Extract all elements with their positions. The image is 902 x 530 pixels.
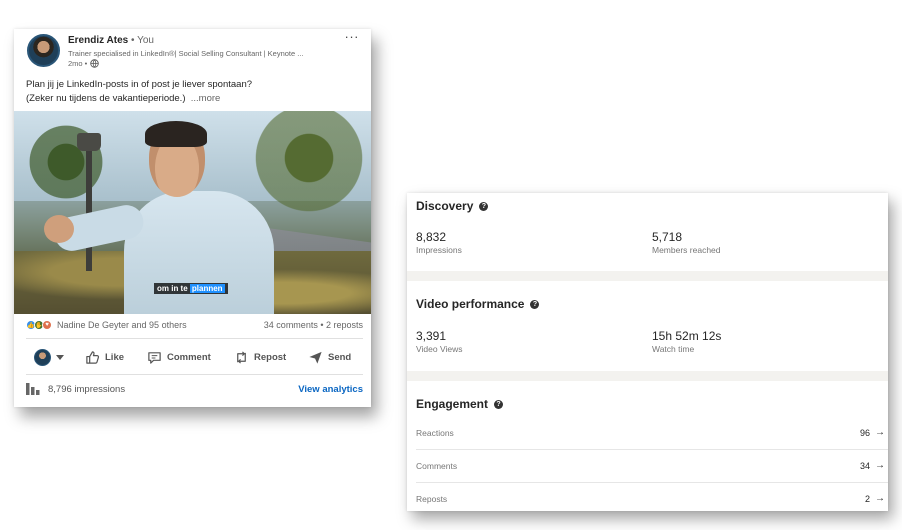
see-more-link[interactable]: ...more xyxy=(191,93,221,104)
engagement-row-reposts[interactable]: Reposts 2 → xyxy=(416,482,886,511)
video-person-body xyxy=(124,191,274,314)
repost-icon xyxy=(237,350,246,364)
video-subtitle-highlight: plannen xyxy=(189,284,225,293)
members-reached-value: 5,718 xyxy=(652,230,683,244)
bar-chart-icon xyxy=(26,383,40,395)
post-text-line-1: Plan jij je LinkedIn-posts in of post je… xyxy=(26,79,253,90)
author-headline: Trainer specialised in LinkedIn®| Social… xyxy=(68,49,304,58)
discovery-title: Discovery ? xyxy=(416,199,489,213)
engagement-section: Engagement ? Reactions 96 → Comments 34 … xyxy=(407,381,888,511)
video-views-value: 3,391 xyxy=(416,329,447,343)
post-text-line-2-text: (Zeker nu tijdens de vakantieperiode.) xyxy=(26,93,186,104)
engagement-title-text: Engagement xyxy=(416,397,489,411)
globe-icon xyxy=(90,59,100,68)
engagement-row-value: 96 xyxy=(859,428,870,438)
linkedin-post-card: Erendiz Ates • You Trainer specialised i… xyxy=(14,29,371,407)
engagement-row-value: 2 xyxy=(864,494,870,504)
author-name[interactable]: Erendiz Ates • You xyxy=(68,35,154,46)
post-body: Plan jij je LinkedIn-posts in of post je… xyxy=(26,78,361,106)
comment-button[interactable]: Comment xyxy=(147,345,211,369)
repost-label: Repost xyxy=(254,351,287,363)
arrow-right-icon: → xyxy=(875,460,885,471)
view-analytics-link[interactable]: View analytics xyxy=(298,384,363,395)
post-video[interactable]: om in te plannen xyxy=(14,111,371,314)
impressions-count: 8,796 impressions xyxy=(48,384,126,395)
post-age: 2mo • xyxy=(68,59,88,68)
post-more-options-button[interactable]: ··· xyxy=(345,29,360,44)
engagement-row-reactions[interactable]: Reactions 96 → xyxy=(416,416,886,449)
video-subtitle-plain: om in te xyxy=(157,284,190,293)
send-button[interactable]: Send xyxy=(308,345,351,369)
engagement-row-label: Reactions xyxy=(416,428,454,438)
video-person-hand xyxy=(44,215,74,243)
send-label: Send xyxy=(328,351,352,363)
post-actions-bar: Like Comment Repost Send xyxy=(14,345,371,369)
engagement-row-label: Comments xyxy=(416,461,458,471)
send-icon xyxy=(309,351,322,364)
author-you-tag: • You xyxy=(128,35,154,46)
chevron-down-icon xyxy=(56,354,64,360)
video-views-label: Video Views xyxy=(416,344,463,354)
impressions-row: 8,796 impressions View analytics xyxy=(26,383,363,397)
thumbs-up-icon xyxy=(86,350,100,364)
comment-label: Comment xyxy=(167,351,211,363)
discovery-section: Discovery ? 8,832 Impressions 5,718 Memb… xyxy=(407,193,888,271)
comments-reposts-link[interactable]: 34 comments • 2 reposts xyxy=(264,320,363,330)
impressions-label: Impressions xyxy=(416,245,462,255)
reactors-link[interactable]: Nadine De Geyter and 95 others xyxy=(57,320,187,330)
reaction-icons[interactable]: 👍 ✋ ♥ xyxy=(26,320,52,330)
help-icon[interactable]: ? xyxy=(494,399,504,409)
social-counts: 👍 ✋ ♥ Nadine De Geyter and 95 others 34 … xyxy=(26,319,363,333)
divider xyxy=(26,338,363,339)
video-performance-section: Video performance ? 3,391 Video Views 15… xyxy=(407,281,888,371)
discovery-title-text: Discovery xyxy=(416,199,474,213)
react-as-selector[interactable] xyxy=(34,345,64,369)
video-performance-title: Video performance ? xyxy=(416,297,540,311)
video-subtitle: om in te plannen xyxy=(154,283,228,294)
like-label: Like xyxy=(105,351,125,363)
comment-icon xyxy=(148,351,161,364)
repost-button[interactable]: Repost xyxy=(234,345,286,369)
arrow-right-icon: → xyxy=(875,427,885,438)
help-icon[interactable]: ? xyxy=(530,299,540,309)
impressions-value: 8,832 xyxy=(416,230,447,244)
video-lamp-head xyxy=(77,133,101,151)
post-text-line-2: (Zeker nu tijdens de vakantieperiode.) .… xyxy=(26,92,361,106)
members-reached-label: Members reached xyxy=(652,245,721,255)
help-icon[interactable]: ? xyxy=(479,201,489,211)
divider xyxy=(26,374,363,375)
engagement-row-label: Reposts xyxy=(416,494,448,504)
video-lamp-post xyxy=(86,141,92,271)
watch-time-value: 15h 52m 12s xyxy=(652,329,722,343)
video-palm-left xyxy=(26,117,106,207)
video-performance-title-text: Video performance xyxy=(416,297,525,311)
author-avatar[interactable] xyxy=(27,34,60,67)
author-name-text[interactable]: Erendiz Ates xyxy=(68,35,128,46)
watch-time-label: Watch time xyxy=(652,344,695,354)
engagement-title: Engagement ? xyxy=(416,397,504,411)
like-button[interactable]: Like xyxy=(85,345,124,369)
engagement-row-value: 34 xyxy=(859,461,870,471)
love-icon: ♥ xyxy=(42,320,52,330)
actor-avatar xyxy=(34,348,51,366)
arrow-right-icon: → xyxy=(875,493,885,504)
post-analytics-panel: Discovery ? 8,832 Impressions 5,718 Memb… xyxy=(407,193,888,511)
post-meta: 2mo • xyxy=(68,59,100,68)
video-palm-right xyxy=(244,111,371,213)
engagement-row-comments[interactable]: Comments 34 → xyxy=(416,449,886,482)
video-person-hair xyxy=(145,121,207,147)
